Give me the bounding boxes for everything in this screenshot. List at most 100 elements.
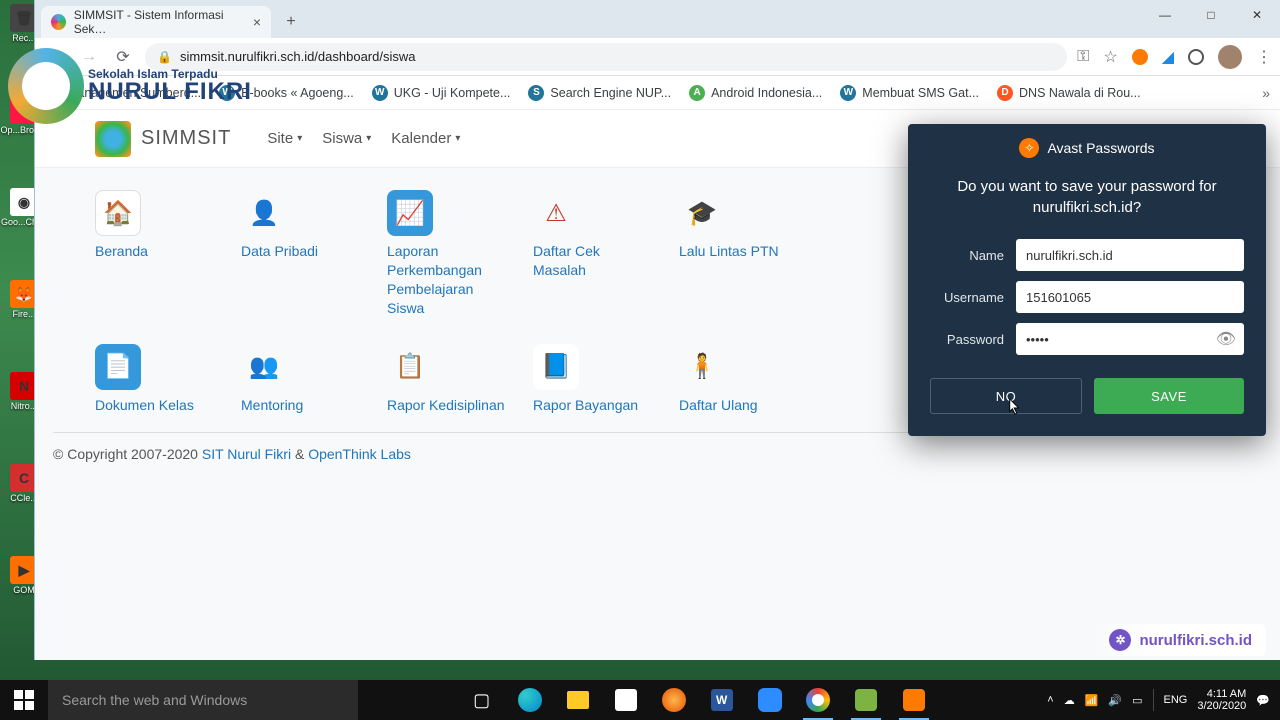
taskbar-edge[interactable]	[509, 680, 551, 720]
dashboard-tile[interactable]: 📋 Rapor Kedisiplinan	[387, 344, 507, 415]
tile-icon: 🏠	[95, 190, 141, 236]
task-view-button[interactable]: ▢	[461, 680, 503, 720]
window-buttons: — □ ✕	[1142, 0, 1280, 30]
brand[interactable]: SIMMSIT	[95, 121, 231, 157]
key-icon[interactable]: ⚿	[1077, 48, 1089, 66]
taskbar-word[interactable]: W	[701, 680, 743, 720]
dashboard-tile[interactable]: 📄 Dokumen Kelas	[95, 344, 215, 415]
bookmark-favicon-icon: W	[840, 85, 856, 101]
bookmark-favicon-icon: A	[689, 85, 705, 101]
new-tab-button[interactable]: +	[281, 12, 301, 32]
tile-icon: 📈	[387, 190, 433, 236]
nav-kalender[interactable]: Kalender▾	[391, 130, 460, 147]
tray-language[interactable]: ENG	[1164, 694, 1188, 706]
tray-battery-icon[interactable]: ▭	[1132, 694, 1142, 707]
footer-link-otl[interactable]: OpenThink Labs	[308, 446, 411, 462]
avast-row-name: Name	[908, 234, 1266, 276]
dashboard-tile[interactable]: 👥Mentoring	[241, 344, 361, 415]
chrome-menu-icon[interactable]: ⋮	[1256, 47, 1272, 67]
brand-logo-icon	[95, 121, 131, 157]
bookmark-item[interactable]: SSearch Engine NUP...	[528, 85, 671, 101]
tile-icon: 📘	[533, 344, 579, 390]
school-header-overlay: Sekolah Islam Terpadu NURUL FIKRI	[8, 48, 252, 124]
dashboard-tiles: 🏠 Beranda 👤 Data Pribadi 📈Laporan Perkembang…	[35, 168, 905, 436]
dashboard-tile[interactable]: 🧍 Daftar Ulang	[679, 344, 799, 415]
minimize-button[interactable]: —	[1142, 0, 1188, 30]
username-label: Username	[930, 290, 1004, 305]
taskbar-zoom[interactable]	[749, 680, 791, 720]
dashboard-tile[interactable]: 📘Rapor Bayangan	[533, 344, 653, 415]
dashboard-tile[interactable]: 🏠 Beranda	[95, 190, 215, 318]
username-input[interactable]	[1016, 281, 1244, 313]
footer-link-sit[interactable]: SIT Nurul Fikri	[202, 446, 291, 462]
dashboard-tile[interactable]: ⚠Daftar Cek Masalah	[533, 190, 653, 318]
tray-onedrive-icon[interactable]: ☁	[1064, 694, 1075, 707]
maximize-button[interactable]: □	[1188, 0, 1234, 30]
bookmark-item[interactable]: WUKG - Uji Kompete...	[372, 85, 511, 101]
save-button[interactable]: SAVE	[1094, 378, 1244, 414]
avast-extension-icon[interactable]	[1132, 49, 1148, 65]
dashboard-tile[interactable]: 👤 Data Pribadi	[241, 190, 361, 318]
avast-logo-icon: ✧	[1019, 138, 1039, 158]
taskbar-firefox[interactable]	[653, 680, 695, 720]
taskbar-camtasia[interactable]	[845, 680, 887, 720]
taskbar-search[interactable]: Search the web and Windows	[48, 680, 358, 720]
bookmark-item[interactable]: DDNS Nawala di Rou...	[997, 85, 1141, 101]
tile-icon: 👥	[241, 344, 287, 390]
browser-tab[interactable]: SIMMSIT - Sistem Informasi Sek… ×	[41, 6, 271, 38]
bookmark-item[interactable]: AAndroid Indonesia...	[689, 85, 822, 101]
tile-label: Beranda	[95, 242, 148, 261]
taskbar: Search the web and Windows ▢ W ˄ ☁ 📶 🔊 ▭…	[0, 680, 1280, 720]
avast-row-password: Password 👁	[908, 318, 1266, 360]
bookmark-item[interactable]: WMembuat SMS Gat...	[840, 85, 979, 101]
taskbar-apps: ▢ W	[358, 680, 1037, 720]
password-input[interactable]	[1016, 323, 1244, 355]
reveal-password-icon[interactable]: 👁	[1216, 329, 1236, 349]
tile-label: Rapor Kedisiplinan	[387, 396, 505, 415]
avast-row-username: Username	[908, 276, 1266, 318]
chrome-titlebar: SIMMSIT - Sistem Informasi Sek… × + — □ …	[35, 0, 1280, 38]
school-title: NURUL FIKRI	[88, 80, 252, 104]
tile-icon: 📋	[387, 344, 433, 390]
no-button[interactable]: NO	[930, 378, 1082, 414]
tray-clock[interactable]: 4:11 AM 3/20/2020	[1197, 688, 1246, 712]
close-window-button[interactable]: ✕	[1234, 0, 1280, 30]
taskbar-store[interactable]	[605, 680, 647, 720]
close-tab-icon[interactable]: ×	[253, 14, 261, 30]
dashboard-tile[interactable]: 🎓Lalu Lintas PTN	[679, 190, 799, 318]
url-field[interactable]: 🔒 simmsit.nurulfikri.sch.id/dashboard/si…	[145, 43, 1067, 71]
school-logo-icon	[8, 48, 84, 124]
tray-network-icon[interactable]: 📶	[1085, 694, 1099, 707]
star-icon[interactable]: ☆	[1103, 47, 1117, 67]
tile-label: Daftar Ulang	[679, 396, 758, 415]
taskbar-chrome[interactable]	[797, 680, 839, 720]
tile-label: Dokumen Kelas	[95, 396, 194, 415]
avast-header: ✧ Avast Passwords	[908, 124, 1266, 172]
nav-siswa[interactable]: Siswa▾	[322, 130, 371, 147]
start-button[interactable]	[0, 680, 48, 720]
bookmarks-overflow-icon[interactable]: »	[1262, 85, 1270, 101]
bookmark-favicon-icon: W	[372, 85, 388, 101]
tile-icon: 📄	[95, 344, 141, 390]
tray-notifications-icon[interactable]: 💬	[1256, 694, 1270, 707]
tray-chevron-icon[interactable]: ˄	[1047, 694, 1053, 706]
system-tray: ˄ ☁ 📶 🔊 ▭ ENG 4:11 AM 3/20/2020 💬	[1037, 688, 1280, 712]
footer: © Copyright 2007-2020 SIT Nurul Fikri & …	[53, 446, 411, 462]
tile-label: Data Pribadi	[241, 242, 318, 261]
video-watermark: ✲ nurulfikri.sch.id	[1095, 624, 1266, 656]
profile-avatar[interactable]	[1218, 45, 1242, 69]
nav-site[interactable]: Site▾	[267, 130, 302, 147]
tray-volume-icon[interactable]: 🔊	[1108, 694, 1122, 707]
brand-text: SIMMSIT	[141, 127, 231, 150]
taskbar-recorder[interactable]	[893, 680, 935, 720]
address-actions: ⚿ ☆ ◢ ⋮	[1077, 45, 1272, 69]
favicon-icon	[51, 14, 66, 30]
extension-icon[interactable]: ◢	[1162, 47, 1174, 67]
name-input[interactable]	[1016, 239, 1244, 271]
extension-icon-2[interactable]	[1188, 49, 1204, 65]
password-label: Password	[930, 332, 1004, 347]
taskbar-explorer[interactable]	[557, 680, 599, 720]
tile-icon: 🧍	[679, 344, 725, 390]
dashboard-tile[interactable]: 📈Laporan Perkembangan Pembelajaran Siswa	[387, 190, 507, 318]
tile-icon: 👤	[241, 190, 287, 236]
